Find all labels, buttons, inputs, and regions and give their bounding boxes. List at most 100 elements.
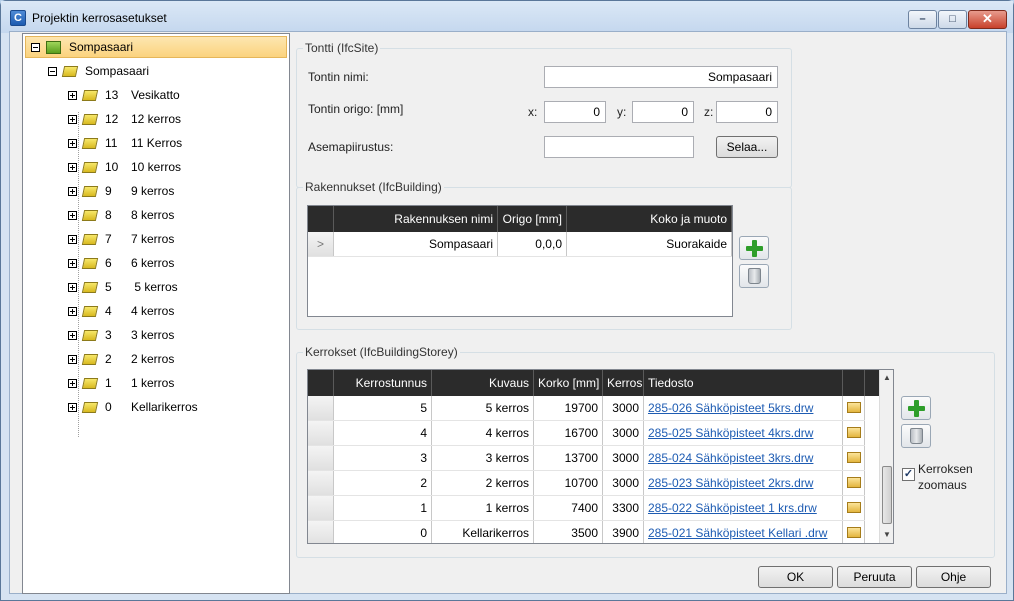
storey-height-cell[interactable]: 3000	[603, 446, 644, 470]
storey-desc-cell[interactable]: 3 kerros	[432, 446, 534, 470]
folder-icon[interactable]	[847, 502, 861, 513]
row-header[interactable]	[308, 471, 334, 495]
site-name-input[interactable]: Sompasaari	[544, 66, 778, 88]
row-header[interactable]	[308, 496, 334, 520]
storey-file-cell[interactable]: 285-023 Sähköpisteet 2krs.drw	[644, 471, 843, 495]
browse-file-cell[interactable]	[843, 396, 865, 420]
storey-file-link[interactable]: 285-021 Sähköpisteet Kellari .drw	[648, 526, 827, 540]
minimize-button[interactable]: –	[908, 10, 937, 29]
site-plan-input[interactable]	[544, 136, 694, 158]
building-name-cell[interactable]: Sompasaari	[334, 232, 498, 256]
storey-file-link[interactable]: 285-024 Sähköpisteet 3krs.drw	[648, 451, 813, 465]
table-row[interactable]: 0 Kellarikerros 3500 3900 285-021 Sähköpiste…	[308, 521, 865, 543]
tree-node-site[interactable]: Sompasaari	[25, 36, 287, 58]
storey-id-cell[interactable]: 0	[334, 521, 432, 543]
storey-zoom-checkbox[interactable]: ✓	[902, 468, 915, 481]
storey-file-link[interactable]: 285-023 Sähköpisteet 2krs.drw	[648, 476, 813, 490]
column-header[interactable]: Kuvaus	[432, 370, 534, 396]
expand-icon[interactable]	[68, 258, 77, 268]
folder-icon[interactable]	[847, 427, 861, 438]
collapse-icon[interactable]	[31, 42, 40, 52]
storey-elevation-cell[interactable]: 7400	[534, 496, 603, 520]
tree-node-storey[interactable]: 11 11 Kerros	[68, 133, 182, 153]
storey-id-cell[interactable]: 1	[334, 496, 432, 520]
table-row[interactable]: 11 kerros 7400 3300 285-022 Sähköpisteet 1 …	[308, 496, 865, 521]
expand-icon[interactable]	[68, 282, 77, 292]
storey-file-cell[interactable]: 285-025 Sähköpisteet 4krs.drw	[644, 421, 843, 445]
expand-icon[interactable]	[68, 114, 77, 124]
browse-file-cell[interactable]	[843, 496, 865, 520]
column-header[interactable]: Kerros	[603, 370, 644, 396]
expand-icon[interactable]	[68, 162, 77, 172]
delete-building-button[interactable]	[739, 264, 769, 288]
tree-node-storey[interactable]: 2 2 kerros	[68, 349, 174, 369]
building-shape-cell[interactable]: Suorakaide	[567, 232, 732, 256]
storey-file-cell[interactable]: 285-026 Sähköpisteet 5krs.drw	[644, 396, 843, 420]
row-indicator[interactable]: >	[308, 232, 334, 256]
storey-file-link[interactable]: 285-026 Sähköpisteet 5krs.drw	[648, 401, 813, 415]
scroll-down-icon[interactable]: ▼	[880, 528, 893, 542]
add-building-button[interactable]	[739, 236, 769, 260]
tree-node-storey[interactable]: 13 Vesikatto	[68, 85, 180, 105]
storey-tree[interactable]: Sompasaari Sompasaari 13 Vesikatto 12 12 ke…	[22, 33, 290, 594]
storey-desc-cell[interactable]: 5 kerros	[432, 396, 534, 420]
delete-storey-button[interactable]	[901, 424, 931, 448]
folder-icon[interactable]	[847, 452, 861, 463]
tree-node-storey[interactable]: 1 1 kerros	[68, 373, 174, 393]
browse-button[interactable]: Selaa...	[716, 136, 778, 158]
table-row[interactable]: 55 kerros 19700 3000 285-026 Sähköpisteet 5…	[308, 396, 865, 421]
title-bar[interactable]: C Projektin kerrosasetukset – □ ✕	[1, 1, 1013, 33]
tree-node-storey[interactable]: 5 5 kerros	[68, 277, 178, 297]
column-header[interactable]: Tiedosto	[644, 370, 843, 396]
expand-icon[interactable]	[68, 234, 77, 244]
storey-id-cell[interactable]: 2	[334, 471, 432, 495]
storeys-table[interactable]: Kerrostunnus Kuvaus Korko [mm] Kerros Ti…	[307, 369, 894, 544]
storey-id-cell[interactable]: 5	[334, 396, 432, 420]
storey-elevation-cell[interactable]: 10700	[534, 471, 603, 495]
buildings-table[interactable]: Rakennuksen nimi Origo [mm] Koko ja muot…	[307, 205, 733, 317]
tree-node-storey[interactable]: 8 8 kerros	[68, 205, 174, 225]
expand-icon[interactable]	[68, 354, 77, 364]
scroll-thumb[interactable]	[882, 466, 892, 524]
column-header[interactable]: Rakennuksen nimi	[334, 206, 498, 232]
tree-node-storey[interactable]: 3 3 kerros	[68, 325, 174, 345]
table-row[interactable]: 22 kerros 10700 3000 285-023 Sähköpisteet 2…	[308, 471, 865, 496]
browse-file-cell[interactable]	[843, 521, 865, 543]
folder-icon[interactable]	[847, 527, 861, 538]
storey-file-cell[interactable]: 285-022 Sähköpisteet 1 krs.drw	[644, 496, 843, 520]
storey-height-cell[interactable]: 3900	[603, 521, 644, 543]
storey-height-cell[interactable]: 3300	[603, 496, 644, 520]
row-header[interactable]	[308, 396, 334, 420]
cancel-button[interactable]: Peruuta	[837, 566, 912, 588]
expand-icon[interactable]	[68, 330, 77, 340]
origin-x-input[interactable]: 0	[544, 101, 606, 123]
building-origin-cell[interactable]: 0,0,0	[498, 232, 567, 256]
storey-desc-cell[interactable]: 2 kerros	[432, 471, 534, 495]
help-button[interactable]: Ohje	[916, 566, 991, 588]
tree-node-storey[interactable]: 7 7 kerros	[68, 229, 174, 249]
row-header[interactable]	[308, 446, 334, 470]
tree-node-storey[interactable]: 6 6 kerros	[68, 253, 174, 273]
maximize-button[interactable]: □	[938, 10, 967, 29]
expand-icon[interactable]	[68, 306, 77, 316]
folder-icon[interactable]	[847, 477, 861, 488]
table-row[interactable]: 44 kerros 16700 3000 285-025 Sähköpisteet 4…	[308, 421, 865, 446]
storey-elevation-cell[interactable]: 16700	[534, 421, 603, 445]
tree-node-building[interactable]: Sompasaari	[48, 61, 149, 81]
storey-elevation-cell[interactable]: 19700	[534, 396, 603, 420]
expand-icon[interactable]	[68, 210, 77, 220]
expand-icon[interactable]	[68, 378, 77, 388]
storey-desc-cell[interactable]: Kellarikerros	[432, 521, 534, 543]
storey-file-cell[interactable]: 285-024 Sähköpisteet 3krs.drw	[644, 446, 843, 470]
browse-file-cell[interactable]	[843, 471, 865, 495]
storey-height-cell[interactable]: 3000	[603, 471, 644, 495]
close-button[interactable]: ✕	[968, 10, 1007, 29]
storey-file-cell[interactable]: 285-021 Sähköpisteet Kellari .drw	[644, 521, 843, 543]
browse-file-cell[interactable]	[843, 446, 865, 470]
row-header[interactable]	[308, 421, 334, 445]
column-header[interactable]: Koko ja muoto	[567, 206, 732, 232]
storey-desc-cell[interactable]: 1 kerros	[432, 496, 534, 520]
expand-icon[interactable]	[68, 90, 77, 100]
column-header[interactable]: Kerrostunnus	[334, 370, 432, 396]
column-header[interactable]: Korko [mm]	[534, 370, 603, 396]
